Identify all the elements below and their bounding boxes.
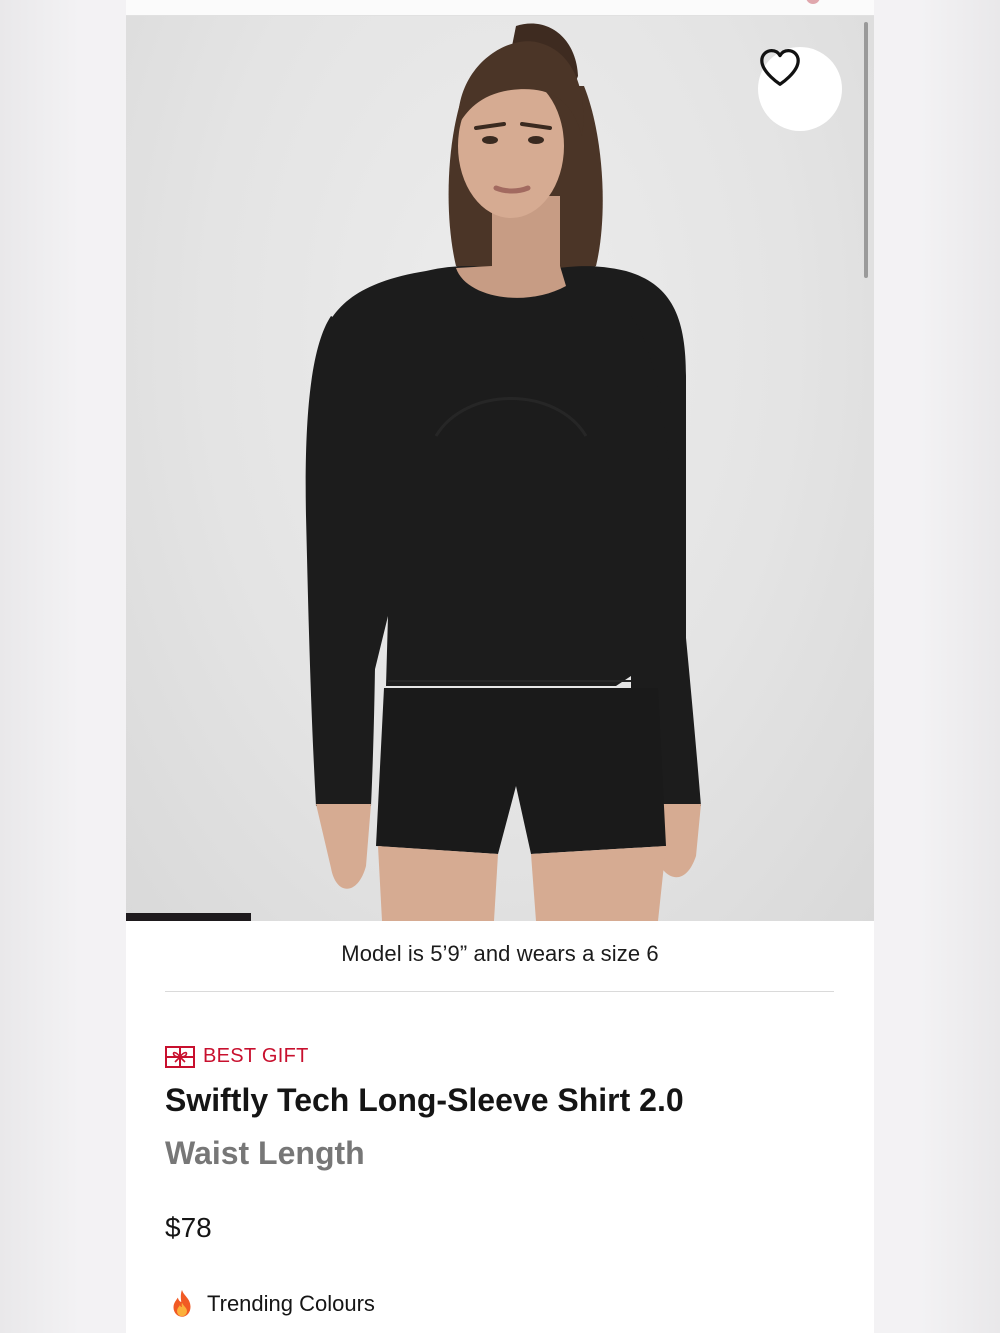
product-image (305, 23, 701, 921)
model-size-caption: Model is 5’9” and wears a size 6 (341, 941, 659, 966)
trending-colours: Trending Colours (165, 1287, 375, 1321)
cart-indicator (806, 0, 820, 4)
image-scrollbar[interactable] (864, 22, 868, 278)
gallery-progress (126, 913, 874, 921)
best-gift-badge: BEST GIFT (165, 1045, 309, 1068)
top-bar (126, 0, 874, 16)
product-price: $78 (165, 1212, 212, 1243)
product-image-gallery[interactable] (126, 16, 874, 921)
favorite-button[interactable] (758, 47, 842, 131)
divider (165, 991, 834, 992)
gift-icon (165, 1045, 195, 1068)
badge-label: BEST GIFT (203, 1045, 309, 1067)
gallery-progress-fill (126, 913, 251, 921)
product-page: Model is 5’9” and wears a size 6 BEST GI… (126, 0, 874, 1333)
product-title: Swiftly Tech Long-Sleeve Shirt 2.0 (165, 1082, 684, 1118)
fire-icon (173, 1289, 191, 1317)
heart-outline-icon (760, 49, 800, 86)
product-subtitle: Waist Length (165, 1135, 365, 1171)
trending-label: Trending Colours (207, 1291, 375, 1316)
